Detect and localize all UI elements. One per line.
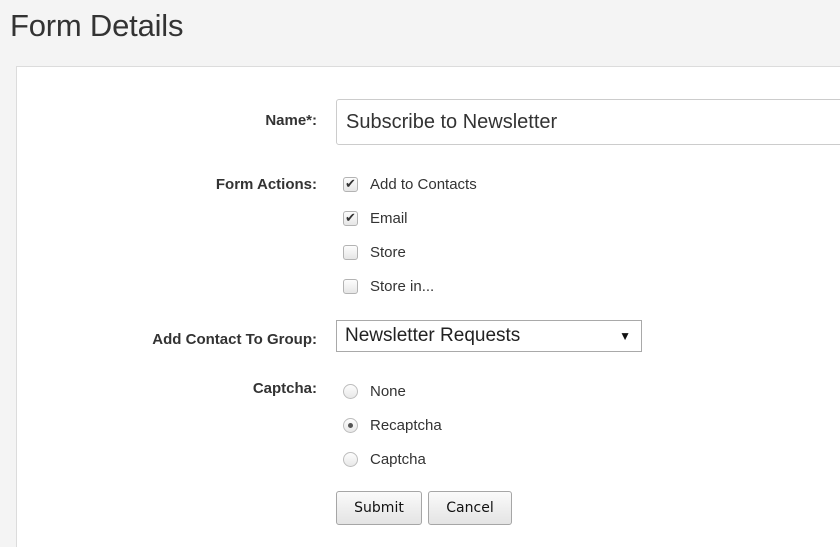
action-store-in[interactable]: Store in... [343, 278, 434, 295]
captcha-label: Captcha: [252, 380, 317, 397]
name-input[interactable] [336, 99, 840, 145]
captcha-option-recaptcha[interactable]: Recaptcha [343, 417, 442, 434]
checkbox-label: Email [370, 210, 408, 227]
checkbox-store-in[interactable] [343, 279, 358, 294]
checkbox-email[interactable]: ✔ [343, 210, 358, 226]
radio-recaptcha[interactable] [343, 418, 358, 433]
radio-label: Captcha [370, 451, 426, 468]
group-label: Add Contact To Group: [152, 331, 317, 348]
radio-none[interactable] [343, 384, 358, 399]
action-store[interactable]: Store [343, 244, 406, 261]
radio-captcha[interactable] [343, 452, 358, 467]
action-email[interactable]: ✔ Email [343, 210, 408, 227]
radio-selected-dot [348, 423, 353, 428]
captcha-option-captcha[interactable]: Captcha [343, 451, 426, 468]
checkbox-label: Add to Contacts [370, 176, 477, 193]
radio-label: Recaptcha [370, 417, 442, 434]
triangle-down-icon: ▼ [619, 329, 631, 343]
group-select[interactable]: Newsletter Requests ▼ [336, 320, 642, 352]
check-mark-icon: ✔ [345, 210, 356, 225]
captcha-option-none[interactable]: None [343, 383, 406, 400]
group-select-value: Newsletter Requests [345, 325, 521, 346]
name-label: Name*: [265, 112, 317, 129]
action-add-to-contacts[interactable]: ✔ Add to Contacts [343, 176, 477, 193]
form-actions-label: Form Actions: [215, 176, 317, 193]
check-mark-icon: ✔ [345, 176, 356, 191]
page-title: Form Details [10, 8, 184, 43]
checkbox-label: Store in... [370, 278, 435, 295]
cancel-button[interactable]: Cancel [428, 491, 512, 525]
checkbox-add-to-contacts[interactable]: ✔ [343, 176, 358, 192]
submit-button[interactable]: Submit [336, 491, 422, 525]
radio-label: None [370, 383, 406, 400]
checkbox-store[interactable] [343, 245, 358, 260]
checkbox-label: Store [370, 244, 406, 261]
